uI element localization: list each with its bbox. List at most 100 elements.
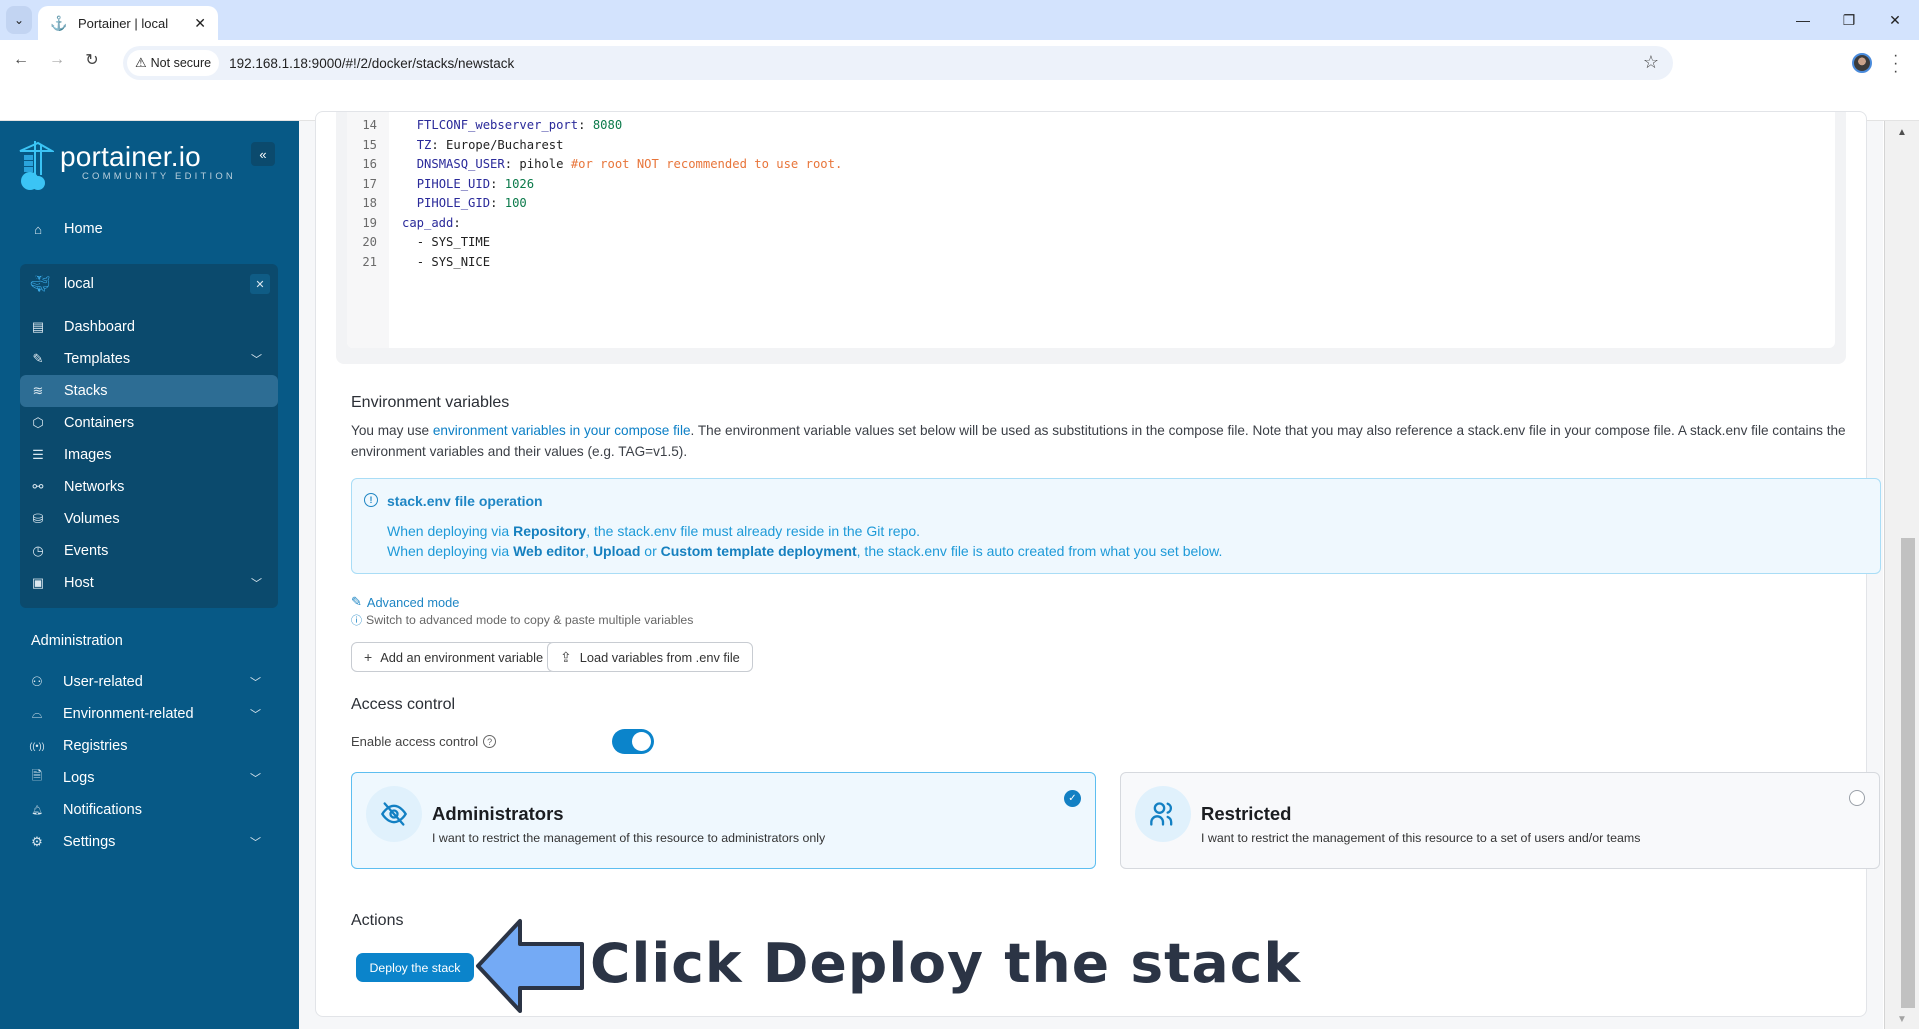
env-vars-docs-link[interactable]: environment variables in your compose fi… <box>433 423 691 438</box>
reload-button[interactable]: ↻ <box>80 48 104 72</box>
add-env-variable-button[interactable]: + Add an environment variable <box>351 642 557 672</box>
chevron-down-icon[interactable]: ﹀ <box>251 351 262 367</box>
access-option-administrators[interactable]: Administrators I want to restrict the ma… <box>351 772 1096 869</box>
sidebar-item-label: Containers <box>64 415 135 431</box>
line-number: 15 <box>362 137 377 152</box>
line-number: 16 <box>362 157 377 171</box>
sidebar-item-logs[interactable]: 🗎 Logs ﹀ <box>19 762 277 794</box>
scrollbar-thumb[interactable] <box>1901 538 1915 1008</box>
profile-avatar[interactable] <box>1852 53 1872 73</box>
home-icon: ⌂ <box>34 221 42 237</box>
database-icon: ⛁ <box>32 511 44 526</box>
forward-button[interactable]: → <box>45 48 69 72</box>
label-text: Enable access control <box>351 734 479 749</box>
sidebar-item-stacks[interactable]: ≋ Stacks <box>20 375 278 407</box>
code-line: 17 PIHOLE_UID: 1026 <box>347 175 1827 194</box>
plus-icon: + <box>364 649 373 665</box>
warning-icon: ⚠ <box>135 55 147 70</box>
dashboard-icon: ▤ <box>31 319 45 334</box>
box-icon: ⬡ <box>32 415 44 430</box>
security-label: Not secure <box>150 56 212 70</box>
close-environment-button[interactable]: ✕ <box>250 274 270 294</box>
line-number: 18 <box>362 196 377 210</box>
chevron-down-icon[interactable]: ﹀ <box>251 575 262 591</box>
scroll-up-arrow-icon[interactable]: ▲ <box>1897 127 1907 138</box>
minimize-button[interactable]: — <box>1783 8 1823 32</box>
portainer-favicon-icon: ⚓ <box>50 15 68 31</box>
logo-name: portainer.io <box>60 141 201 172</box>
address-bar[interactable]: ⚠ Not secure 192.168.1.18:9000/#!/2/dock… <box>123 46 1673 80</box>
close-tab-icon[interactable]: ✕ <box>194 15 206 32</box>
chevron-down-icon[interactable]: ﹀ <box>250 674 261 690</box>
portainer-logo[interactable]: portainer.io COMMUNITY EDITION <box>18 141 236 190</box>
sidebar-item-home[interactable]: ⌂ Home <box>20 213 278 245</box>
sidebar-item-host[interactable]: ▣ Host ﹀ <box>20 567 278 599</box>
code-line: 15 TZ: Europe/Bucharest <box>347 136 1827 155</box>
sidebar-item-settings[interactable]: ⚙ Settings ﹀ <box>19 826 277 858</box>
advanced-mode-link[interactable]: ✎ Advanced mode <box>351 594 459 610</box>
code-text: cap_add: <box>402 215 461 230</box>
environment-name: local <box>64 276 94 292</box>
security-indicator[interactable]: ⚠ Not secure <box>127 50 220 76</box>
server-icon: ⌓ <box>31 706 43 721</box>
sidebar-item-templates[interactable]: ✎ Templates ﹀ <box>20 343 278 375</box>
sidebar-item-label: Host <box>64 575 94 591</box>
tab-title: Portainer | local <box>78 15 169 31</box>
sidebar-item-label: Registries <box>63 738 128 754</box>
desc-text: You may use <box>351 423 433 438</box>
scroll-down-arrow-icon[interactable]: ▼ <box>1897 1014 1907 1025</box>
button-label: Add an environment variable <box>380 649 544 665</box>
url-text[interactable]: 192.168.1.18:9000/#!/2/docker/stacks/new… <box>229 56 514 71</box>
sidebar-item-label: Notifications <box>63 802 142 818</box>
sidebar-item-volumes[interactable]: ⛁ Volumes <box>20 503 278 535</box>
access-control-heading: Access control <box>351 696 456 713</box>
sidebar-item-events[interactable]: ◷ Events <box>20 535 278 567</box>
info-title: stack.env file operation <box>387 493 543 509</box>
tab-search-button[interactable]: ⌄ <box>6 6 32 34</box>
back-button[interactable]: ← <box>9 48 33 72</box>
info-icon: ! <box>364 493 378 507</box>
administration-heading: Administration <box>31 633 123 649</box>
option-description: I want to restrict the management of thi… <box>1201 831 1641 845</box>
sidebar-item-containers[interactable]: ⬡ Containers <box>20 407 278 439</box>
sidebar-item-user-related[interactable]: ⚇ User-related ﹀ <box>19 666 277 698</box>
sidebar-item-networks[interactable]: ⚯ Networks <box>20 471 278 503</box>
chevron-down-icon[interactable]: ﹀ <box>250 706 261 722</box>
browser-menu-icon[interactable]: · · · <box>1893 48 1899 80</box>
users-icon <box>1135 786 1191 842</box>
load-env-file-button[interactable]: ⇪ Load variables from .env file <box>547 642 753 672</box>
unselected-radio[interactable] <box>1849 790 1865 806</box>
chevron-down-icon[interactable]: ﹀ <box>250 770 261 786</box>
info-circle-icon: ⓘ <box>351 615 362 627</box>
restore-button[interactable]: ❐ <box>1829 8 1869 32</box>
code-line: 14 FTLCONF_webserver_port: 8080 <box>347 116 1827 135</box>
compose-code-editor[interactable]: 14 FTLCONF_webserver_port: 8080 15 TZ: Eu… <box>347 112 1857 348</box>
page-scrollbar[interactable]: ▲ ▼ <box>1884 121 1919 1029</box>
access-option-restricted[interactable]: Restricted I want to restrict the manage… <box>1120 772 1880 869</box>
help-icon[interactable]: ? <box>483 735 497 748</box>
docker-whale-icon: 🐳︎ <box>30 276 51 293</box>
sidebar-item-environment-related[interactable]: ⌓ Environment-related ﹀ <box>19 698 277 730</box>
edit-icon: ✎ <box>351 594 362 609</box>
environment-header[interactable]: 🐳︎ local <box>20 268 278 300</box>
code-editor-container: 14 FTLCONF_webserver_port: 8080 15 TZ: Eu… <box>336 112 1846 364</box>
option-title: Restricted <box>1201 803 1292 824</box>
sidebar-item-label: Environment-related <box>63 706 194 722</box>
sidebar-item-notifications[interactable]: 🔔︎ Notifications <box>19 794 277 826</box>
sidebar-item-dashboard[interactable]: ▤ Dashboard <box>20 311 278 343</box>
bell-icon: 🔔︎ <box>31 804 43 815</box>
sidebar-item-label: Dashboard <box>64 319 135 335</box>
sidebar: portainer.io COMMUNITY EDITION « ⌂ Home … <box>0 121 299 1029</box>
sidebar-item-registries[interactable]: ((•)) Registries <box>19 730 277 762</box>
line-number: 20 <box>362 235 377 249</box>
close-window-button[interactable]: ✕ <box>1875 8 1915 32</box>
browser-tab-bar: ⌄ ⚓ Portainer | local ✕ — ❐ ✕ <box>0 0 1919 40</box>
deploy-stack-button[interactable]: Deploy the stack <box>356 953 474 982</box>
browser-tab[interactable]: ⚓ Portainer | local ✕ <box>38 6 218 40</box>
access-control-toggle[interactable] <box>612 729 654 754</box>
bookmark-star-icon[interactable]: ☆ <box>1643 52 1659 73</box>
line-number: 14 <box>362 118 377 132</box>
sidebar-item-images[interactable]: ☰ Images <box>20 439 278 471</box>
collapse-sidebar-button[interactable]: « <box>251 142 275 166</box>
chevron-down-icon[interactable]: ﹀ <box>250 834 261 850</box>
